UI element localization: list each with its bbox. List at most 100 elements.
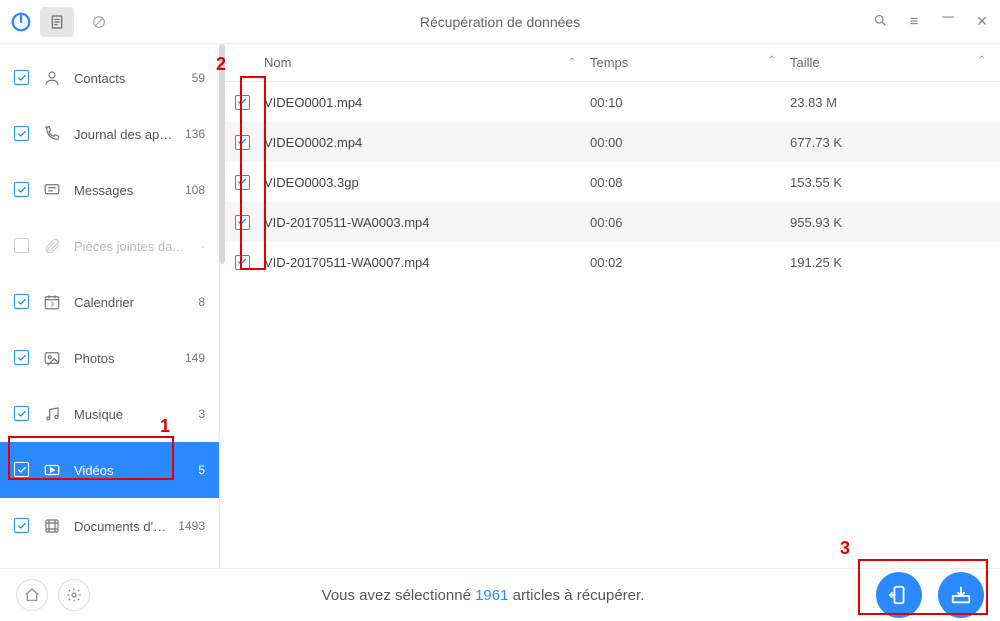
table-row[interactable]: VIDEO0002.mp400:00677.73 K xyxy=(220,122,1000,162)
sidebar-item-count: 1493 xyxy=(178,519,205,533)
table-header: Nom ⌃ Temps ⌃ Taille ⌃ xyxy=(220,44,1000,82)
sidebar-item-videos[interactable]: Vidéos 5 xyxy=(0,442,219,498)
titlebar: Récupération de données ≡ ─ ✕ xyxy=(0,0,1000,44)
row-time: 00:02 xyxy=(590,255,790,270)
sort-arrow-size: ⌃ xyxy=(978,55,986,70)
checkbox[interactable] xyxy=(235,135,250,150)
page-icon-button[interactable] xyxy=(40,7,74,37)
sidebar-item-count: 3 xyxy=(198,407,205,421)
row-size: 955.93 K xyxy=(790,215,1000,230)
sidebar-item-calllog[interactable]: Journal des appels 136 xyxy=(0,106,219,162)
footer-count: 1961 xyxy=(475,587,508,604)
sidebar-item-count: 59 xyxy=(192,71,205,85)
checkbox[interactable] xyxy=(235,215,250,230)
sidebar-item-messages[interactable]: Messages108 xyxy=(0,162,219,218)
sidebar-item-label: Photos xyxy=(74,351,173,366)
sidebar-item-label: Contacts xyxy=(74,71,180,86)
sidebar-item-photos[interactable]: Photos 149 xyxy=(0,330,219,386)
column-time-label: Temps xyxy=(590,55,628,70)
column-name-label: Nom xyxy=(264,55,291,70)
table-row[interactable]: VID-20170511-WA0007.mp400:02191.25 K xyxy=(220,242,1000,282)
videos-icon xyxy=(42,460,62,480)
footer-suffix: articles à récupérer. xyxy=(508,587,644,604)
sidebar-item-label: Calendrier xyxy=(74,295,186,310)
app-logo xyxy=(10,11,32,33)
sidebar-item-count: - xyxy=(201,239,205,253)
checkbox[interactable] xyxy=(14,126,29,141)
checkbox[interactable] xyxy=(235,255,250,270)
minimize-button[interactable]: ─ xyxy=(940,13,956,31)
table-row[interactable]: VIDEO0001.mp400:1023.83 M xyxy=(220,82,1000,122)
row-size: 23.83 M xyxy=(790,95,1000,110)
menu-icon[interactable]: ≡ xyxy=(906,13,922,31)
photos-icon xyxy=(42,348,62,368)
contacts-icon xyxy=(42,68,62,88)
row-size: 153.55 K xyxy=(790,175,1000,190)
music-icon xyxy=(42,404,62,424)
row-size: 191.25 K xyxy=(790,255,1000,270)
checkbox[interactable] xyxy=(14,462,29,477)
checkbox[interactable] xyxy=(14,294,29,309)
row-name: VID-20170511-WA0007.mp4 xyxy=(264,255,590,270)
sidebar-item-count: 149 xyxy=(185,351,205,365)
sidebar-item-attach: Pièces jointes da...- xyxy=(0,218,219,274)
row-time: 00:10 xyxy=(590,95,790,110)
row-name: VIDEO0002.mp4 xyxy=(264,135,590,150)
home-button[interactable] xyxy=(16,579,48,611)
footer-status: Vous avez sélectionné 1961 articles à ré… xyxy=(90,587,876,604)
sidebar-item-count: 5 xyxy=(198,463,205,477)
messages-icon xyxy=(42,180,62,200)
sidebar-item-contacts[interactable]: Contacts 59 xyxy=(0,50,219,106)
recover-to-device-button[interactable] xyxy=(876,572,922,618)
sidebar-item-label: Pièces jointes da... xyxy=(74,239,189,254)
crossed-circle-button[interactable] xyxy=(82,7,116,37)
appdocs-icon xyxy=(42,516,62,536)
checkbox[interactable] xyxy=(235,175,250,190)
row-name: VID-20170511-WA0003.mp4 xyxy=(264,215,590,230)
calendar-icon: 3 xyxy=(42,292,62,312)
sidebar-item-music[interactable]: Musique 3 xyxy=(0,386,219,442)
svg-text:3: 3 xyxy=(50,303,54,309)
sidebar-item-appdocs[interactable]: Documents d'App 1493 xyxy=(0,498,219,554)
table-row[interactable]: VIDEO0003.3gp00:08153.55 K xyxy=(220,162,1000,202)
recover-to-computer-button[interactable] xyxy=(938,572,984,618)
column-size[interactable]: Taille ⌃ xyxy=(790,55,1000,70)
sidebar-item-count: 8 xyxy=(198,295,205,309)
content-panel: Nom ⌃ Temps ⌃ Taille ⌃ VIDEO0001.mp400:1… xyxy=(220,44,1000,568)
column-name[interactable]: Nom ⌃ xyxy=(220,55,590,70)
sidebar-item-label: Documents d'App xyxy=(74,519,166,534)
sidebar-item-label: Messages xyxy=(74,183,173,198)
row-time: 00:08 xyxy=(590,175,790,190)
row-time: 00:00 xyxy=(590,135,790,150)
calllog-icon xyxy=(42,124,62,144)
checkbox[interactable] xyxy=(14,182,29,197)
checkbox[interactable] xyxy=(14,518,29,533)
footer: Vous avez sélectionné 1961 articles à ré… xyxy=(0,568,1000,621)
checkbox[interactable] xyxy=(14,350,29,365)
checkbox[interactable] xyxy=(235,95,250,110)
checkbox xyxy=(14,238,29,253)
table-row[interactable]: VID-20170511-WA0003.mp400:06955.93 K xyxy=(220,202,1000,242)
footer-prefix: Vous avez sélectionné xyxy=(322,587,475,604)
sort-arrow-name: ⌃ xyxy=(568,57,576,68)
column-size-label: Taille xyxy=(790,55,820,70)
checkbox[interactable] xyxy=(14,70,29,85)
sort-arrow-time: ⌃ xyxy=(768,55,776,70)
sidebar: Contacts59Journal des appels136Messages1… xyxy=(0,44,220,568)
row-name: VIDEO0003.3gp xyxy=(264,175,590,190)
window-title: Récupération de données xyxy=(0,14,1000,30)
sidebar-item-label: Vidéos xyxy=(74,463,186,478)
sidebar-item-calendar[interactable]: 3 Calendrier 8 xyxy=(0,274,219,330)
sidebar-item-label: Journal des appels xyxy=(74,127,173,142)
row-name: VIDEO0001.mp4 xyxy=(264,95,590,110)
sidebar-scrollbar[interactable] xyxy=(219,44,225,264)
sidebar-item-count: 136 xyxy=(185,127,205,141)
search-icon[interactable] xyxy=(872,13,888,31)
settings-button[interactable] xyxy=(58,579,90,611)
close-button[interactable]: ✕ xyxy=(974,13,990,31)
sidebar-item-label: Musique xyxy=(74,407,186,422)
checkbox[interactable] xyxy=(14,406,29,421)
table-rows: VIDEO0001.mp400:1023.83 MVIDEO0002.mp400… xyxy=(220,82,1000,568)
row-time: 00:06 xyxy=(590,215,790,230)
column-time[interactable]: Temps ⌃ xyxy=(590,55,790,70)
